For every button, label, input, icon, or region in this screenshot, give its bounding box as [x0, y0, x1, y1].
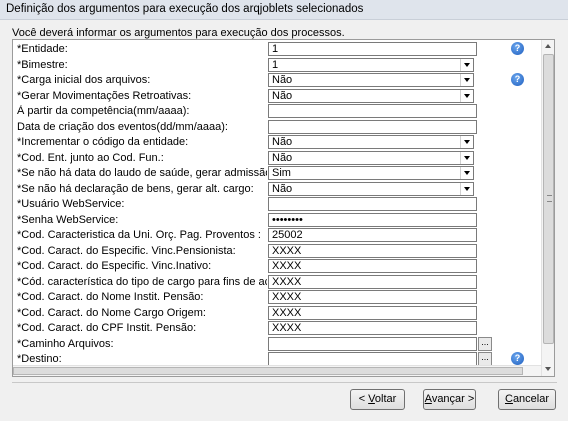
- arguments-panel: *Destino:...? *Caminho Arquivos:... *Cod. …: [12, 39, 555, 377]
- form-row: *Incrementar o código da entidade: Não: [13, 135, 541, 150]
- text-input[interactable]: [268, 104, 477, 118]
- back-button[interactable]: < Voltar: [350, 389, 405, 410]
- field-label: *Gerar Movimentações Retroativas:: [17, 89, 192, 102]
- chevron-down-icon[interactable]: [460, 136, 473, 148]
- field-label: *Entidade:: [17, 43, 68, 55]
- next-button[interactable]: Avançar >: [423, 389, 476, 410]
- form-row: *Cod. Ent. junto ao Cod. Fun.: Não: [13, 150, 541, 166]
- form-row: *Cod. Caract. do Especific. Vinc.Pension…: [13, 243, 541, 259]
- form-row: *Gerar Movimentações Retroativas: Não: [13, 88, 541, 104]
- field-label: *Cód. característica do tipo de cargo pa…: [17, 275, 267, 288]
- dropdown-value: Não: [272, 136, 293, 148]
- form-row: *Entidade: 1?: [13, 42, 541, 57]
- dropdown-select[interactable]: Não: [268, 150, 474, 165]
- form-row: *Carga inicial dos arquivos: Não?: [13, 73, 541, 88]
- horizontal-scroll-thumb[interactable]: [13, 367, 523, 375]
- text-input[interactable]: XXXX: [268, 259, 477, 273]
- intro-text: Você deverá informar os argumentos para …: [12, 27, 345, 39]
- text-input[interactable]: 25002: [268, 228, 477, 242]
- form-row: *Cód. característica do tipo de cargo pa…: [13, 274, 541, 290]
- field-label: *Incrementar o código da entidade:: [17, 136, 189, 148]
- text-input[interactable]: [268, 119, 477, 134]
- form-row: *Bimestre: 1: [13, 57, 541, 73]
- form-row: *Cod. Caract. do Nome Instit. Pensão: XXX…: [13, 290, 541, 305]
- dropdown-value: 1: [272, 58, 279, 71]
- text-input[interactable]: 1: [268, 42, 477, 56]
- form-row: Data de criação dos eventos(dd/mm/aaaa):: [13, 119, 541, 135]
- chevron-down-icon[interactable]: [460, 58, 473, 71]
- chevron-down-icon[interactable]: [460, 74, 473, 86]
- cancel-button[interactable]: Cancelar: [498, 389, 556, 410]
- form-row: *Se não há data do laudo de saúde, gerar…: [13, 166, 541, 181]
- dropdown-select[interactable]: 1: [268, 57, 474, 72]
- field-label: *Cod. Caract. do CPF Instit. Pensão:: [17, 322, 197, 334]
- scroll-thumb[interactable]: [543, 54, 554, 344]
- horizontal-scrollbar[interactable]: [13, 365, 541, 376]
- path-input[interactable]: [268, 336, 477, 351]
- text-input[interactable]: XXXX: [268, 243, 477, 258]
- form-row: *Cod. Caract. do CPF Instit. Pensão: XXXX: [13, 321, 541, 336]
- text-input[interactable]: XXXX: [268, 290, 477, 304]
- field-label: Data de criação dos eventos(dd/mm/aaaa):: [17, 120, 228, 133]
- field-label: *Se não há data do laudo de saúde, gerar…: [17, 167, 267, 179]
- form-row: *Se não há declaração de bens, gerar alt…: [13, 181, 541, 197]
- help-icon[interactable]: ?: [511, 73, 524, 86]
- field-label: *Usuário WebService:: [17, 198, 125, 210]
- chevron-down-icon[interactable]: [460, 89, 473, 102]
- field-label: *Se não há declaração de bens, gerar alt…: [17, 182, 254, 195]
- form-row: *Senha WebService: ••••••••: [13, 212, 541, 228]
- help-icon[interactable]: ?: [511, 352, 524, 365]
- form-row: *Cod. Caracteristica da Uni. Orç. Pag. P…: [13, 228, 541, 243]
- dropdown-value: Sim: [272, 167, 291, 179]
- text-input[interactable]: XXXX: [268, 305, 477, 320]
- text-input[interactable]: XXXX: [268, 274, 477, 289]
- field-label: *Senha WebService:: [17, 213, 119, 226]
- dropdown-value: Não: [272, 182, 293, 195]
- text-input[interactable]: XXXX: [268, 321, 477, 335]
- path-input[interactable]: [268, 352, 477, 366]
- chevron-down-icon[interactable]: [460, 182, 473, 195]
- ellipsis-icon[interactable]: ...: [478, 352, 492, 366]
- footer-divider: [12, 382, 557, 383]
- dropdown-select[interactable]: Não: [268, 135, 474, 149]
- window-title: Definição dos argumentos para execução d…: [0, 0, 568, 20]
- ellipsis-icon[interactable]: ...: [478, 336, 492, 351]
- field-label: À partir da competência(mm/aaaa):: [17, 105, 190, 117]
- dropdown-value: Não: [272, 151, 293, 164]
- text-input[interactable]: [268, 197, 477, 211]
- form-row: À partir da competência(mm/aaaa):: [13, 104, 541, 119]
- form-row: *Cod. Caract. do Nome Cargo Origem: XXXX: [13, 305, 541, 321]
- scroll-up-icon[interactable]: [542, 40, 555, 53]
- dropdown-value: Não: [272, 74, 293, 86]
- chevron-down-icon[interactable]: [460, 167, 473, 179]
- field-label: *Cod. Caract. do Especific. Vinc.Pension…: [17, 244, 236, 257]
- field-label: *Bimestre:: [17, 58, 68, 71]
- help-icon[interactable]: ?: [511, 42, 524, 55]
- field-label: *Cod. Ent. junto ao Cod. Fun.:: [17, 151, 164, 164]
- field-label: *Caminho Arquivos:: [17, 337, 114, 350]
- field-label: *Cod. Caracteristica da Uni. Orç. Pag. P…: [17, 229, 261, 241]
- form-row: *Caminho Arquivos:...: [13, 336, 541, 352]
- form-row: *Cod. Caract. do Especific. Vinc.Inativo…: [13, 259, 541, 274]
- chevron-down-icon[interactable]: [460, 151, 473, 164]
- field-label: *Cod. Caract. do Nome Instit. Pensão:: [17, 291, 204, 303]
- dropdown-value: Não: [272, 89, 293, 102]
- field-label: *Cod. Caract. do Nome Cargo Origem:: [17, 306, 206, 319]
- dropdown-select[interactable]: Não: [268, 73, 474, 87]
- field-label: *Carga inicial dos arquivos:: [17, 74, 151, 86]
- text-input[interactable]: ••••••••: [268, 212, 477, 227]
- dropdown-select[interactable]: Não: [268, 181, 474, 196]
- vertical-scrollbar[interactable]: [541, 40, 554, 376]
- dropdown-select[interactable]: Sim: [268, 166, 474, 180]
- form-row: *Usuário WebService:: [13, 197, 541, 212]
- field-label: *Cod. Caract. do Especific. Vinc.Inativo…: [17, 260, 212, 272]
- scroll-down-icon[interactable]: [542, 363, 555, 376]
- dropdown-select[interactable]: Não: [268, 88, 474, 103]
